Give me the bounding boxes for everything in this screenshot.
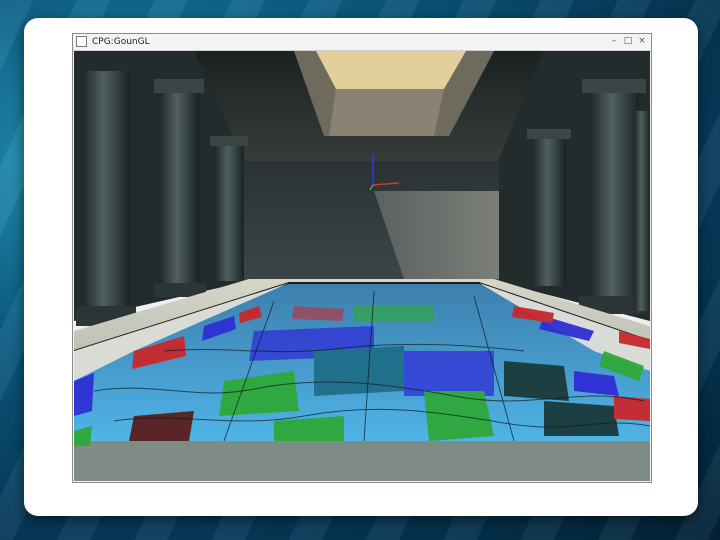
close-button[interactable]: × (635, 35, 649, 48)
window-app-icon (76, 36, 87, 47)
column-right-2 (532, 136, 566, 286)
scene-render (74, 51, 650, 481)
column-left-2 (159, 86, 199, 291)
column-left-1 (82, 71, 130, 321)
column-left-3 (214, 141, 244, 281)
skylight (316, 51, 466, 89)
maximize-button[interactable]: □ (621, 35, 635, 48)
minimize-button[interactable]: – (607, 35, 621, 48)
opengl-viewport[interactable] (74, 51, 650, 481)
window-title: CPG:GounGL (92, 37, 150, 47)
app-window[interactable]: CPG:GounGL – □ × (72, 33, 652, 483)
window-titlebar[interactable]: CPG:GounGL – □ × (73, 34, 651, 51)
column-right-1 (589, 86, 639, 311)
